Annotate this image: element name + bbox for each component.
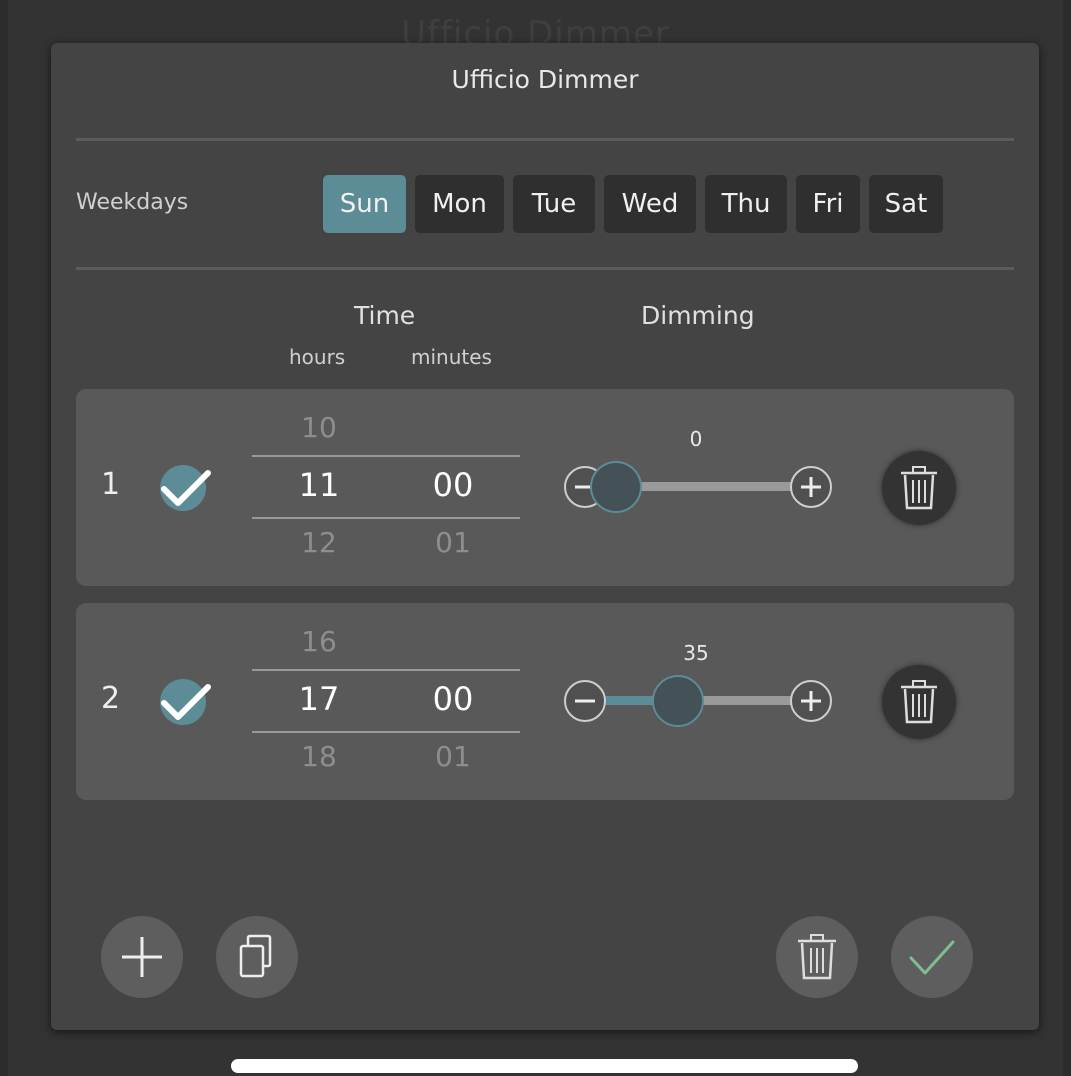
minutes-header: minutes xyxy=(411,345,492,369)
weekdays-label: Weekdays xyxy=(76,190,189,215)
row-number: 1 xyxy=(101,467,121,502)
time-header: Time xyxy=(354,301,416,330)
plus-icon xyxy=(801,691,821,711)
confirm-button[interactable] xyxy=(891,916,973,998)
hours-next: 12 xyxy=(301,526,337,559)
dialog-title: Ufficio Dimmer xyxy=(451,65,639,94)
row-number: 2 xyxy=(101,681,121,716)
increase-button[interactable] xyxy=(790,466,832,508)
checkmark-icon xyxy=(909,940,955,975)
dimming-header: Dimming xyxy=(641,301,755,330)
decrease-button[interactable] xyxy=(564,680,606,722)
day-tue[interactable]: Tue xyxy=(513,175,595,233)
trash-icon xyxy=(901,466,937,510)
minutes-value[interactable]: 00 xyxy=(386,466,520,504)
picker-line-top xyxy=(252,669,520,671)
plus-icon xyxy=(122,937,162,977)
delete-row-button[interactable] xyxy=(882,665,956,739)
day-wed[interactable]: Wed xyxy=(604,175,696,233)
dimming-slider[interactable]: 35 xyxy=(564,641,834,727)
trash-icon xyxy=(798,934,836,980)
day-sun[interactable]: Sun xyxy=(323,175,406,233)
delete-row-button[interactable] xyxy=(882,451,956,525)
picker-line-top xyxy=(252,455,520,457)
day-fri[interactable]: Fri xyxy=(796,175,860,233)
dimming-value: 0 xyxy=(689,427,703,451)
hours-value[interactable]: 17 xyxy=(252,680,386,718)
row-enabled-checkbox[interactable] xyxy=(160,465,211,511)
copy-icon xyxy=(239,934,272,978)
checkmark-icon xyxy=(161,470,211,506)
time-picker[interactable]: 10 11 00 12 01 xyxy=(252,389,520,586)
hours-next: 18 xyxy=(301,740,337,773)
plus-icon xyxy=(801,477,821,497)
picker-line-bottom xyxy=(252,731,520,733)
day-thu[interactable]: Thu xyxy=(705,175,787,233)
checkmark-icon xyxy=(161,684,211,720)
schedule-dialog: Ufficio Dimmer Weekdays Sun Mon Tue Wed … xyxy=(51,43,1039,1030)
day-mon[interactable]: Mon xyxy=(415,175,504,233)
increase-button[interactable] xyxy=(790,680,832,722)
hours-prev: 10 xyxy=(301,411,337,444)
hours-prev: 16 xyxy=(301,625,337,658)
day-sat[interactable]: Sat xyxy=(869,175,943,233)
divider-top xyxy=(76,138,1014,141)
time-picker[interactable]: 16 17 00 18 01 xyxy=(252,603,520,800)
picker-line-bottom xyxy=(252,517,520,519)
trash-icon xyxy=(901,680,937,724)
home-indicator[interactable] xyxy=(231,1059,858,1073)
minutes-value[interactable]: 00 xyxy=(386,680,520,718)
copy-button[interactable] xyxy=(216,916,298,998)
slider-knob[interactable] xyxy=(590,461,642,513)
schedule-row-1: 1 10 11 00 12 01 0 xyxy=(76,389,1014,586)
delete-all-button[interactable] xyxy=(776,916,858,998)
row-enabled-checkbox[interactable] xyxy=(160,679,211,725)
divider-middle xyxy=(76,267,1014,270)
minutes-next: 01 xyxy=(435,526,471,559)
dimming-value: 35 xyxy=(683,641,709,665)
schedule-row-2: 2 16 17 00 18 01 35 xyxy=(76,603,1014,800)
minus-icon xyxy=(575,699,595,703)
hours-value[interactable]: 11 xyxy=(252,466,386,504)
minutes-next: 01 xyxy=(435,740,471,773)
hours-header: hours xyxy=(289,345,346,369)
add-row-button[interactable] xyxy=(101,916,183,998)
dimming-slider[interactable]: 0 xyxy=(564,427,834,513)
slider-knob[interactable] xyxy=(652,675,705,727)
